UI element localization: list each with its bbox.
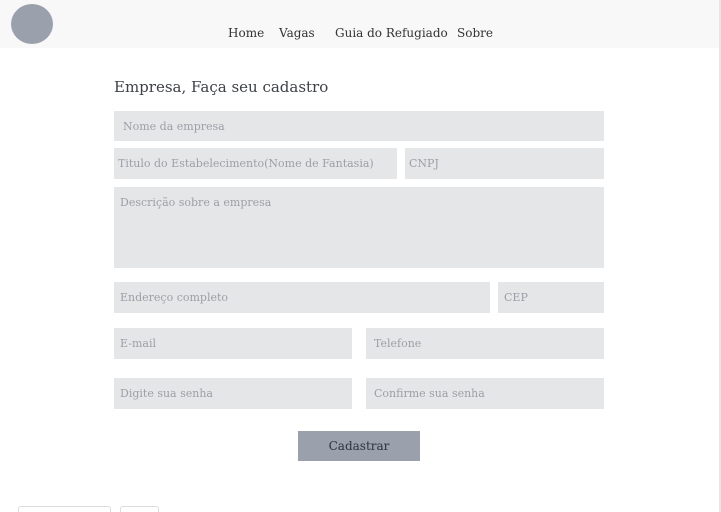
page: Home Vagas Guia do Refugiado Sobre Empre… [0, 0, 721, 512]
cnpj-input[interactable] [405, 148, 604, 179]
address-input[interactable] [114, 282, 490, 313]
trade-name-input[interactable] [114, 148, 397, 179]
footer-tab[interactable] [18, 506, 111, 512]
nav-link-guia-do-refugiado[interactable]: Guia do Refugiado [335, 26, 448, 40]
cadastrar-button[interactable]: Cadastrar [298, 431, 420, 461]
logo[interactable] [11, 4, 53, 44]
form-title: Empresa, Faça seu cadastro [114, 78, 329, 96]
description-textarea[interactable] [114, 187, 604, 268]
nav-link-vagas[interactable]: Vagas [279, 26, 315, 40]
nav-link-home[interactable]: Home [228, 26, 264, 40]
company-name-input[interactable] [114, 111, 604, 141]
nav-link-sobre[interactable]: Sobre [457, 26, 493, 40]
password-confirm-input[interactable] [366, 378, 604, 409]
phone-input[interactable] [366, 328, 604, 359]
password-input[interactable] [114, 378, 352, 409]
footer-tab[interactable] [120, 506, 159, 512]
cep-input[interactable] [498, 282, 604, 313]
top-navbar: Home Vagas Guia do Refugiado Sobre [0, 0, 721, 48]
email-input[interactable] [114, 328, 352, 359]
